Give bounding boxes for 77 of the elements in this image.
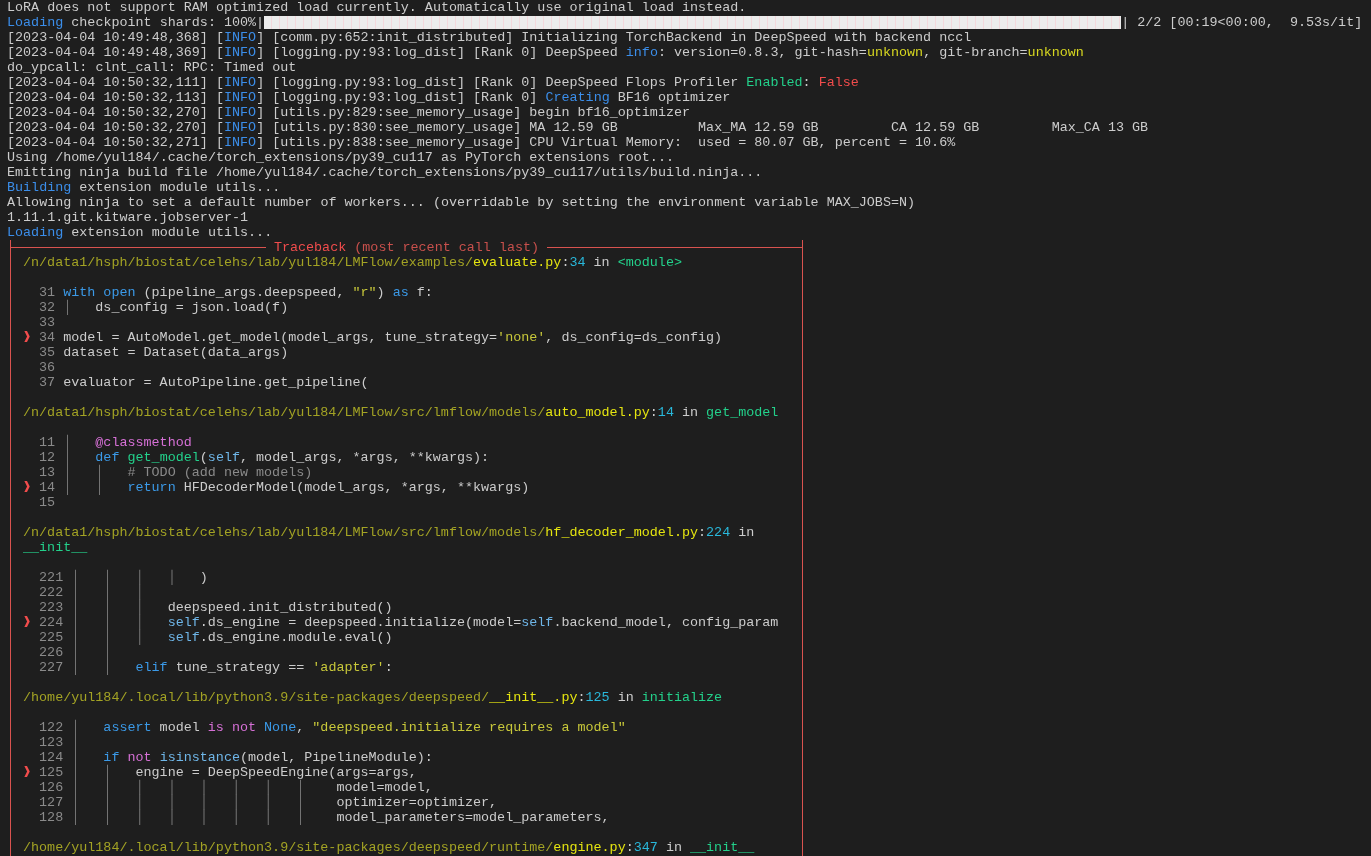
line-number: 34 — [39, 330, 56, 345]
code-line: │ @classmethod — [63, 435, 192, 450]
line-number: 125 — [39, 765, 64, 780]
current-line-marker: ❱ — [23, 615, 33, 630]
log-line: [2023-04-04 10:50:32,111] [INFO] [logging.py:93:log_dist] [Rank 0] DeepSpeed Flops Profiler Enabled: False — [7, 75, 859, 90]
line-number: 123 — [39, 735, 64, 750]
log-line: LoRA does not support RAM optimized load currently. Automatically use original load instead. — [7, 0, 747, 15]
line-number: 128 — [39, 810, 64, 825]
line-number: 33 — [39, 315, 56, 330]
traceback-title: Traceback (most recent call last) — [272, 240, 541, 255]
line-number: 13 — [39, 465, 56, 480]
code-line: dataset = Dataset(data_args) — [63, 345, 289, 360]
code-line: │ │ elif tune_strategy == 'adapter': — [71, 660, 393, 675]
line-number: 226 — [39, 645, 64, 660]
code-line: │ │ │ │ │ │ │ │ model=model, — [71, 780, 433, 795]
file-location: /n/data1/hsph/biostat/celehs/lab/yul184/LMFlow/src/lmflow/models/hf_decoder_model.py:224 in — [23, 525, 755, 540]
line-number: 36 — [39, 360, 56, 375]
code-line: │ │ │ │ ) — [71, 570, 208, 585]
code-line: model = AutoModel.get_model(model_args, tune_strategy='none', ds_config=ds_config) — [63, 330, 723, 345]
log-line: [2023-04-04 10:49:48,368] [INFO] [comm.py:652:init_distributed] Initializing TorchBackend in DeepSpeed with backend nccl — [7, 30, 972, 45]
line-number: 11 — [39, 435, 56, 450]
file-location: /n/data1/hsph/biostat/celehs/lab/yul184/LMFlow/examples/evaluate.py:34 in <module> — [23, 255, 682, 270]
code-line: │ │ │ self.ds_engine = deepspeed.initialize(model=self.backend_model, config_param — [71, 615, 779, 630]
line-number: 126 — [39, 780, 64, 795]
log-line: [2023-04-04 10:50:32,270] [INFO] [utils.py:829:see_memory_usage] begin bf16_optimizer — [7, 105, 691, 120]
code-line: │ │ engine = DeepSpeedEngine(args=args, — [71, 765, 417, 780]
file-location: __init__ — [23, 540, 88, 555]
line-number: 224 — [39, 615, 64, 630]
line-number: 12 — [39, 450, 56, 465]
line-number: 223 — [39, 600, 64, 615]
log-line: Loading extension module utils... — [7, 225, 273, 240]
file-location: /home/yul184/.local/lib/python3.9/site-packages/deepspeed/__init__.py:125 in initialize — [23, 690, 723, 705]
code-line: │ if not isinstance(model, PipelineModule): — [71, 750, 433, 765]
current-line-marker: ❱ — [23, 765, 33, 780]
code-line: │ def get_model(self, model_args, *args, **kwargs): — [63, 450, 490, 465]
code-line: │ │ — [71, 645, 112, 660]
line-number: 222 — [39, 585, 64, 600]
code-line: with open (pipeline_args.deepspeed, "r") as f: — [63, 285, 433, 300]
code-line: │ │ return HFDecoderModel(model_args, *args, **kwargs) — [63, 480, 530, 495]
code-line: │ │ │ │ │ │ │ │ model_parameters=model_parameters, — [71, 810, 610, 825]
code-line: │ │ │ deepspeed.init_distributed() — [71, 600, 393, 615]
line-number: 225 — [39, 630, 64, 645]
current-line-marker: ❱ — [23, 480, 33, 495]
line-number: 227 — [39, 660, 64, 675]
log-line: | 2/2 [00:19<00:00, 9.53s/it] — [1121, 15, 1363, 30]
code-line: │ │ │ │ │ │ │ │ optimizer=optimizer, — [71, 795, 498, 810]
log-line: [2023-04-04 10:50:32,113] [INFO] [logging.py:93:log_dist] [Rank 0] Creating BF16 optimizer — [7, 90, 731, 105]
code-line: │ — [71, 735, 80, 750]
line-number: 122 — [39, 720, 64, 735]
log-line: do_ypcall: clnt_call: RPC: Timed out — [7, 60, 297, 75]
line-number: 15 — [39, 495, 56, 510]
code-line: evaluator = AutoPipeline.get_pipeline( — [63, 375, 369, 390]
line-number: 127 — [39, 795, 64, 810]
code-line: │ │ │ — [71, 585, 144, 600]
log-line: [2023-04-04 10:50:32,271] [INFO] [utils.py:838:see_memory_usage] CPU Virtual Memory: used = 80.07 GB, percent = 10.6% — [7, 135, 956, 150]
log-line: Using /home/yul184/.cache/torch_extensions/py39_cu117 as PyTorch extensions root... — [7, 150, 674, 165]
line-number: 37 — [39, 375, 56, 390]
code-line: │ ds_config = json.load(f) — [63, 300, 289, 315]
line-number: 31 — [39, 285, 56, 300]
line-number: 35 — [39, 345, 56, 360]
log-line: Loading checkpoint shards: 100%| — [7, 15, 265, 30]
code-line: │ assert model is not None, "deepspeed.initialize requires a model" — [71, 720, 626, 735]
log-line: [2023-04-04 10:50:32,270] [INFO] [utils.py:830:see_memory_usage] MA 12.59 GB Max_MA 12.59 GB CA 12.59 GB Max_CA 13 GB — [7, 120, 1149, 135]
log-line: Emitting ninja build file /home/yul184/.cache/torch_extensions/py39_cu117/utils/build.ninja... — [7, 165, 763, 180]
file-location: /home/yul184/.local/lib/python3.9/site-packages/deepspeed/runtime/engine.py:347 in __init__ — [23, 840, 755, 855]
log-line: 1.11.1.git.kitware.jobserver-1 — [7, 210, 249, 225]
log-line: Building extension module utils... — [7, 180, 281, 195]
log-line: [2023-04-04 10:49:48,369] [INFO] [logging.py:93:log_dist] [Rank 0] DeepSpeed info: version=0.8.3, git-hash=unknown, git-branch=unknown — [7, 45, 1084, 60]
code-line: │ │ # TODO (add new models) — [63, 465, 313, 480]
code-line: │ │ │ self.ds_engine.module.eval() — [71, 630, 393, 645]
log-line: Allowing ninja to set a default number of workers... (overridable by setting the environment variable MAX_JOBS=N) — [7, 195, 916, 210]
line-number: 14 — [39, 480, 56, 495]
current-line-marker: ❱ — [23, 330, 33, 345]
line-number: 124 — [39, 750, 64, 765]
line-number: 32 — [39, 300, 56, 315]
file-location: /n/data1/hsph/biostat/celehs/lab/yul184/LMFlow/src/lmflow/models/auto_model.py:14 in get_model — [23, 405, 779, 420]
line-number: 221 — [39, 570, 64, 585]
